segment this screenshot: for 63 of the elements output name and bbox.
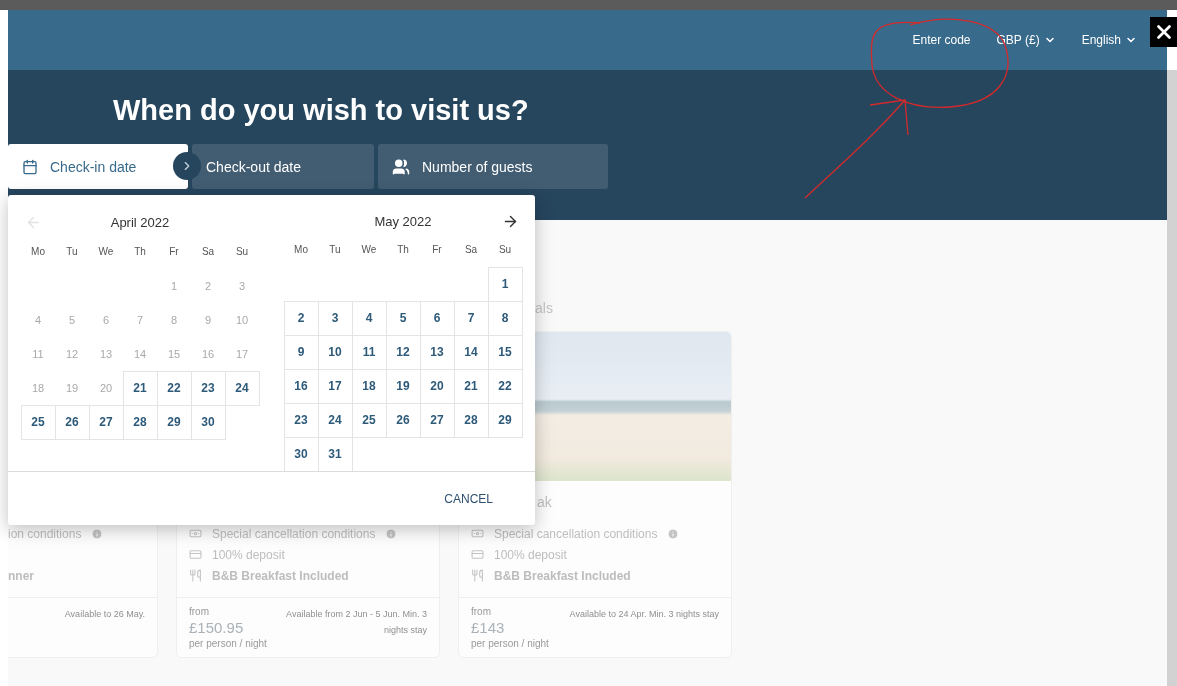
- header-link[interactable]: Enter code: [912, 33, 971, 47]
- weekday-label: Fr: [431, 242, 443, 257]
- info-icon: [667, 527, 680, 540]
- offer-feature: B&B Breakfast Included: [494, 568, 631, 583]
- offer-feature: Special cancellation conditions: [494, 526, 658, 541]
- cancel-button[interactable]: CANCEL: [438, 490, 499, 507]
- calendar-day[interactable]: 1: [488, 267, 522, 301]
- price-unit: per person / night: [471, 638, 549, 650]
- booking-field[interactable]: Number of guests: [378, 144, 608, 189]
- chevron-right-icon: [173, 152, 201, 180]
- people-icon: [392, 157, 410, 176]
- month-title: April 2022: [110, 214, 170, 230]
- offer-feature: 100% deposit: [494, 547, 567, 562]
- calendar-day[interactable]: 27: [89, 405, 123, 439]
- calendar-day[interactable]: 29: [488, 403, 522, 437]
- weekday-label: We: [360, 242, 378, 257]
- weekday-label: Sa: [200, 244, 216, 259]
- info-icon: [91, 527, 104, 540]
- weekday-label: Tu: [65, 244, 79, 259]
- booking-field[interactable]: Check-out date: [192, 144, 374, 189]
- weekday-label: Fr: [168, 244, 180, 259]
- offer-title: ak: [537, 494, 552, 510]
- price-unit: per person / night: [189, 638, 267, 650]
- header-link[interactable]: English: [1081, 33, 1137, 47]
- weekday-label: Su: [497, 242, 513, 257]
- calendar-day[interactable]: 26: [55, 405, 89, 439]
- card-icon: [471, 548, 484, 561]
- calendar-day[interactable]: 21: [123, 371, 157, 405]
- availability-text: Available from 2 Jun - 5 Jun. Min. 3 nights stay: [285, 608, 427, 637]
- calendar-day[interactable]: 30: [191, 405, 225, 439]
- availability-text: Available to 26 May.: [64, 608, 145, 621]
- weekday-label: Tu: [328, 242, 342, 257]
- weekday-label: Su: [234, 244, 250, 259]
- offer-feature: Special cancellation conditions: [212, 526, 376, 541]
- close-icon[interactable]: [1150, 17, 1177, 47]
- calendar-day[interactable]: 24: [225, 371, 259, 405]
- month-title: May 2022: [374, 213, 432, 229]
- offer-feature: nner: [8, 568, 34, 583]
- weekday-label: Th: [133, 244, 147, 259]
- availability-text: Available to 24 Apr. Min. 3 nights stay: [569, 608, 719, 621]
- calendar-day[interactable]: 25: [21, 405, 55, 439]
- card-icon: [189, 548, 202, 561]
- hero-title: When do you wish to visit us?: [113, 93, 530, 128]
- weekday-label: Sa: [463, 242, 479, 257]
- booking-field[interactable]: Check-in date: [8, 144, 188, 189]
- info-icon: [385, 527, 398, 540]
- offer-feature: 100% deposit: [212, 547, 285, 562]
- cutlery-icon: [189, 569, 202, 582]
- weekday-label: Th: [396, 242, 410, 257]
- weekday-label: Mo: [293, 242, 309, 257]
- price-prefix: from: [471, 606, 492, 618]
- price: £150.95: [189, 618, 245, 638]
- money-icon: [189, 527, 202, 540]
- offer-feature: B&B Breakfast Included: [212, 568, 349, 583]
- offer-feature: ion conditions: [8, 526, 82, 541]
- price: £143: [471, 618, 506, 638]
- weekday-label: Mo: [30, 244, 46, 259]
- price-prefix: from: [189, 606, 210, 618]
- calendar-day[interactable]: 2: [284, 301, 318, 335]
- cutlery-icon: [471, 569, 484, 582]
- weekday-label: We: [97, 244, 115, 259]
- money-icon: [471, 527, 484, 540]
- calendar-icon: [22, 158, 38, 175]
